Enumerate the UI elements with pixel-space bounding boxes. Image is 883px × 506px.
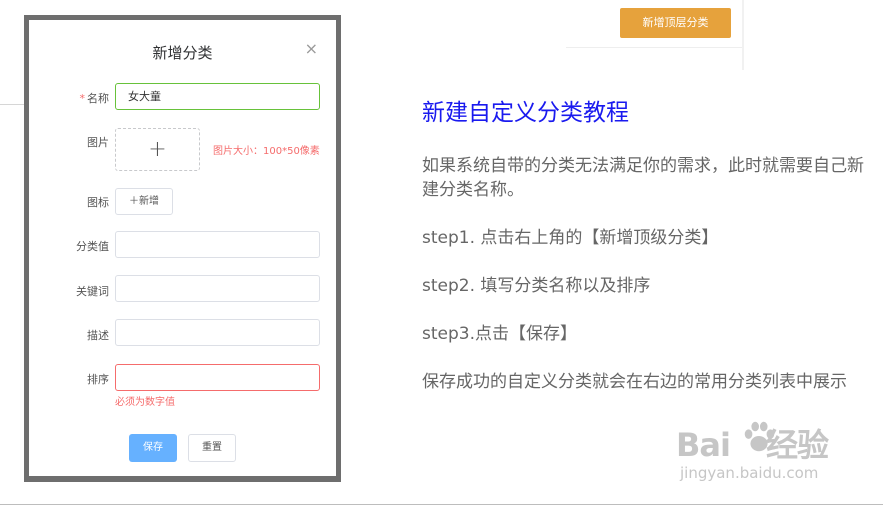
description-input[interactable] (115, 319, 320, 346)
watermark-logo-text: Bai (676, 426, 731, 464)
tutorial-paragraph: 如果系统自带的分类无法满足你的需求，此时就需要自己新建分类名称。 (422, 156, 864, 200)
dialog-overlay: 新增分类 × * 名称 女大童 图片 + 图片大小：100*50像素 图标 ＋新增… (24, 15, 341, 482)
reset-button[interactable]: 重置 (188, 434, 236, 462)
keywords-input[interactable] (115, 275, 320, 302)
tutorial-title: 新建自定义分类教程 (422, 100, 629, 126)
sort-error-message: 必须为数字值 (115, 397, 175, 408)
required-mark: * (79, 92, 86, 105)
name-input[interactable]: 女大童 (115, 83, 320, 110)
save-button[interactable]: 保存 (129, 434, 177, 462)
add-top-category-button[interactable]: 新增顶层分类 (620, 8, 731, 38)
background-divider (0, 104, 26, 105)
name-label-text: 名称 (87, 92, 109, 105)
image-size-hint: 图片大小：100*50像素 (213, 146, 320, 157)
tutorial-step1: step1. 点击右上角的【新增顶级分类】 (422, 228, 719, 248)
image-label: 图片 (87, 136, 109, 149)
add-icon-button[interactable]: ＋新增 (115, 188, 173, 215)
watermark-url: jingyan.baidu.com (680, 464, 819, 482)
background-divider-bottom (0, 504, 883, 505)
sort-label: 排序 (87, 373, 109, 386)
icon-label: 图标 (87, 196, 109, 209)
dialog-title: 新增分类 (152, 44, 213, 62)
tutorial-summary: 保存成功的自定义分类就会在右边的常用分类列表中展示 (422, 372, 847, 392)
keywords-label: 关键词 (76, 285, 109, 298)
plus-icon: + (148, 137, 167, 162)
category-value-label: 分类值 (76, 240, 109, 253)
name-label: * 名称 (29, 90, 110, 106)
description-label: 描述 (87, 329, 109, 342)
tutorial-step3: step3.点击【保存】 (422, 324, 577, 344)
tutorial-step2: step2. 填写分类名称以及排序 (422, 276, 651, 296)
sort-input[interactable] (115, 364, 320, 391)
add-category-dialog: 新增分类 × * 名称 女大童 图片 + 图片大小：100*50像素 图标 ＋新增… (29, 20, 336, 476)
image-upload[interactable]: + (115, 128, 200, 171)
category-value-input[interactable] (115, 231, 320, 258)
paw-icon (744, 421, 775, 452)
header-panel-edge (742, 0, 744, 70)
close-icon[interactable]: × (305, 40, 318, 58)
